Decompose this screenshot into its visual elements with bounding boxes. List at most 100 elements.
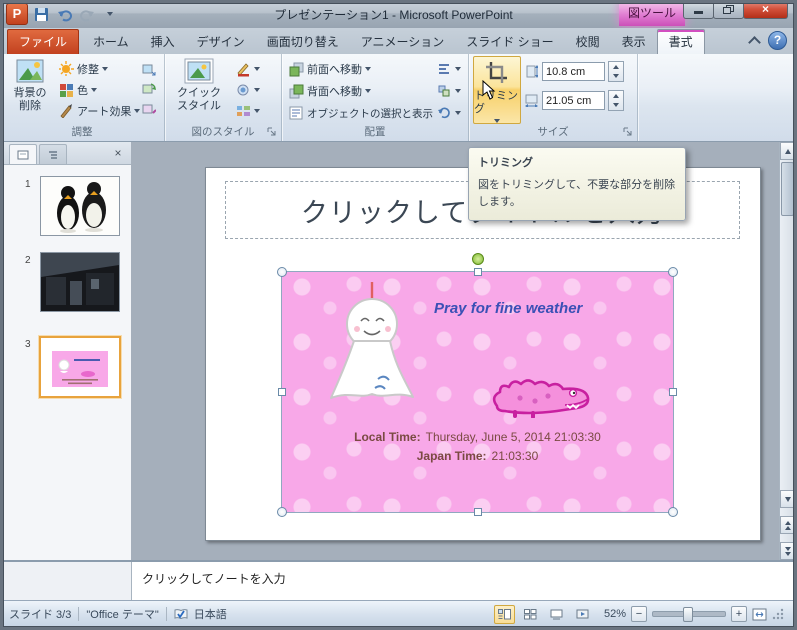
compress-picture-button[interactable] bbox=[140, 60, 158, 78]
picture-times: Local Time:Thursday, June 5, 2014 21:03:… bbox=[282, 428, 673, 466]
picture-styles-dialog-launcher[interactable] bbox=[267, 127, 279, 139]
selection-pane-icon bbox=[288, 105, 304, 121]
selected-picture[interactable]: Pray for fine weather Local Time:Thursda… bbox=[281, 271, 674, 513]
powerpoint-app-icon[interactable]: P bbox=[6, 3, 28, 25]
change-picture-button[interactable] bbox=[140, 80, 158, 98]
selection-pane-button[interactable]: オブジェクトの選択と表示 bbox=[286, 102, 435, 124]
slide[interactable]: クリックしてタイトルを入力 Pray for fine weather bbox=[205, 167, 761, 541]
language-indicator[interactable]: 日本語 bbox=[194, 606, 227, 622]
fit-to-window-button[interactable] bbox=[752, 608, 767, 621]
restore-button[interactable] bbox=[713, 0, 744, 19]
resize-handle-sw[interactable] bbox=[277, 507, 287, 517]
size-dialog-launcher[interactable] bbox=[623, 127, 635, 139]
resize-handle-se[interactable] bbox=[668, 507, 678, 517]
shape-height-stepper[interactable] bbox=[608, 61, 624, 82]
fit-to-window-icon bbox=[752, 608, 767, 621]
scroll-up-button[interactable] bbox=[780, 142, 795, 160]
outline-tab[interactable] bbox=[39, 144, 67, 164]
group-objects-button[interactable] bbox=[434, 81, 463, 100]
picture-border-button[interactable] bbox=[233, 60, 262, 78]
rotate-handle[interactable] bbox=[472, 253, 484, 265]
color-button[interactable]: 色 bbox=[56, 79, 142, 100]
zoom-level[interactable]: 52% bbox=[598, 608, 626, 620]
resize-handle-ne[interactable] bbox=[668, 267, 678, 277]
zoom-out-button[interactable]: − bbox=[631, 606, 647, 622]
size-group-label: サイズ bbox=[469, 124, 637, 139]
slides-tab[interactable] bbox=[9, 144, 37, 164]
align-button[interactable] bbox=[434, 59, 463, 78]
shape-width-input[interactable] bbox=[542, 91, 605, 110]
crop-tooltip: トリミング 図をトリミングして、不要な部分を削除します。 bbox=[468, 147, 686, 221]
tab-home[interactable]: ホーム bbox=[82, 30, 140, 54]
scroll-down-button[interactable] bbox=[780, 490, 795, 508]
group-objects-icon bbox=[436, 83, 452, 99]
slides-pane: × 1 2 bbox=[3, 142, 132, 560]
notes-placeholder: クリックしてノートを入力 bbox=[142, 570, 286, 587]
notes-pane[interactable]: クリックしてノートを入力 bbox=[131, 562, 794, 602]
chevron-down-icon bbox=[254, 88, 260, 92]
zoom-slider-thumb[interactable] bbox=[683, 607, 693, 622]
spellcheck-icon[interactable] bbox=[174, 608, 189, 621]
resize-handle-w[interactable] bbox=[278, 388, 286, 396]
tab-design[interactable]: デザイン bbox=[186, 30, 256, 54]
resize-handle-s[interactable] bbox=[474, 508, 482, 516]
remove-background-button[interactable]: 背景の 削除 bbox=[3, 56, 57, 122]
reset-picture-button[interactable] bbox=[140, 100, 158, 118]
shape-width-stepper[interactable] bbox=[608, 90, 624, 111]
artistic-effects-label: アート効果 bbox=[77, 103, 131, 119]
undo-button[interactable] bbox=[54, 4, 74, 24]
picture-effects-button[interactable] bbox=[233, 81, 262, 99]
scrollbar-thumb[interactable] bbox=[781, 162, 794, 216]
artistic-effects-button[interactable]: アート効果 bbox=[56, 100, 142, 121]
separator bbox=[166, 607, 167, 621]
tab-format[interactable]: 書式 bbox=[657, 29, 705, 55]
separator bbox=[78, 607, 79, 621]
tab-file[interactable]: ファイル bbox=[7, 29, 79, 54]
status-bar: スライド 3/3 "Office テーマ" 日本語 52% − + bbox=[3, 600, 794, 627]
dark-thumbnail-image bbox=[41, 253, 119, 311]
qat-customize-button[interactable] bbox=[100, 4, 120, 24]
chevron-up-icon bbox=[748, 36, 761, 49]
tab-insert[interactable]: 挿入 bbox=[140, 30, 186, 54]
corrections-button[interactable]: 修整 bbox=[56, 58, 142, 79]
resize-grip[interactable] bbox=[772, 608, 784, 620]
picture-layout-button[interactable] bbox=[233, 102, 262, 120]
next-slide-button[interactable] bbox=[780, 542, 795, 560]
zoom-slider[interactable] bbox=[652, 611, 726, 617]
slideshow-view-button[interactable] bbox=[572, 605, 593, 624]
close-button[interactable]: × bbox=[743, 0, 788, 19]
save-button[interactable] bbox=[31, 4, 51, 24]
help-button[interactable]: ? bbox=[768, 31, 787, 50]
double-chevron-down-icon bbox=[785, 547, 791, 556]
resize-handle-n[interactable] bbox=[474, 268, 482, 276]
picture-effects-icon bbox=[235, 82, 251, 98]
reading-view-button[interactable] bbox=[546, 605, 567, 624]
minimize-ribbon-button[interactable] bbox=[750, 35, 759, 47]
tab-review[interactable]: 校閲 bbox=[565, 30, 611, 54]
tab-transitions[interactable]: 画面切り替え bbox=[256, 30, 350, 54]
local-time-label: Local Time: bbox=[354, 430, 420, 444]
zoom-in-button[interactable]: + bbox=[731, 606, 747, 622]
send-backward-button[interactable]: 背面へ移動 bbox=[286, 80, 435, 102]
crop-button[interactable]: トリミング bbox=[473, 56, 521, 124]
minimize-button[interactable] bbox=[683, 0, 714, 19]
resize-handle-nw[interactable] bbox=[277, 267, 287, 277]
chevron-down-icon bbox=[365, 67, 371, 71]
remove-background-label2: 削除 bbox=[19, 100, 41, 113]
close-pane-button[interactable]: × bbox=[110, 146, 126, 161]
previous-slide-button[interactable] bbox=[780, 516, 795, 534]
normal-view-button[interactable] bbox=[494, 605, 515, 624]
tab-animations[interactable]: アニメーション bbox=[350, 30, 456, 54]
slide-sorter-view-button[interactable] bbox=[520, 605, 541, 624]
redo-button[interactable] bbox=[77, 4, 97, 24]
resize-handle-e[interactable] bbox=[669, 388, 677, 396]
rotate-button[interactable] bbox=[434, 103, 463, 122]
tab-view[interactable]: 表示 bbox=[611, 30, 657, 54]
bring-forward-button[interactable]: 前面へ移動 bbox=[286, 58, 435, 80]
shape-height-input[interactable] bbox=[542, 62, 605, 81]
color-label: 色 bbox=[77, 82, 88, 98]
vertical-scrollbar[interactable] bbox=[779, 142, 794, 560]
picture-heading: Pray for fine weather bbox=[434, 300, 582, 317]
tab-slideshow[interactable]: スライド ショー bbox=[455, 30, 564, 54]
quick-styles-button[interactable]: クイック スタイル bbox=[171, 56, 227, 122]
